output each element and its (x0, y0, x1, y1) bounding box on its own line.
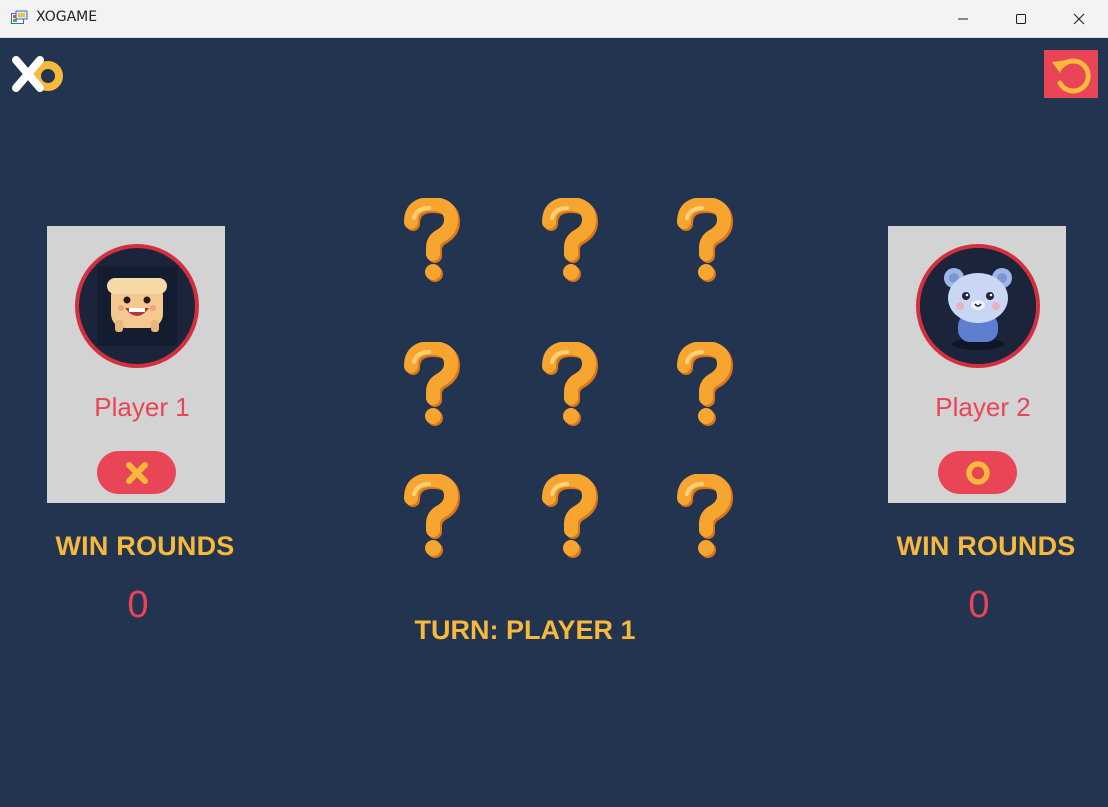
question-mark-icon (677, 198, 734, 282)
minimize-button[interactable] (934, 0, 992, 38)
question-mark-icon (404, 198, 461, 282)
close-button[interactable] (1050, 0, 1108, 38)
turn-label: TURN: (414, 615, 499, 645)
xo-logo-icon (12, 56, 63, 92)
minimize-icon (958, 18, 968, 20)
board-cell-5[interactable] (523, 340, 613, 430)
player-1-name: Player 1 (94, 392, 190, 422)
game-board (385, 196, 755, 566)
question-mark-icon (677, 474, 734, 558)
toast-character-icon (97, 266, 177, 346)
board-cell-2[interactable] (523, 196, 613, 286)
turn-indicator: TURN: PLAYER 1 (390, 615, 660, 646)
question-mark-icon (542, 474, 599, 558)
player-1-mark-badge (97, 451, 176, 494)
restart-button[interactable] (1044, 50, 1098, 98)
maximize-icon (1016, 14, 1026, 24)
question-mark-icon (404, 342, 461, 426)
player-1-avatar (75, 244, 199, 368)
close-icon (1073, 13, 1085, 25)
maximize-button[interactable] (992, 0, 1050, 38)
question-mark-icon (677, 342, 734, 426)
player-2-win-label: WIN ROUNDS (896, 531, 1076, 561)
title-bar: XOGAME (0, 0, 1108, 38)
turn-player: PLAYER 1 (505, 615, 636, 645)
player-2-name: Player 2 (935, 392, 1031, 422)
app-icon (11, 10, 28, 24)
board-cell-3[interactable] (658, 196, 748, 286)
board-cell-7[interactable] (385, 472, 475, 562)
question-mark-icon (404, 474, 461, 558)
window-title: XOGAME (36, 9, 98, 25)
restart-icon (1052, 58, 1091, 94)
player-2-mark-badge (938, 451, 1017, 494)
player-1-win-label: WIN ROUNDS (55, 531, 235, 561)
bear-character-icon (920, 248, 1036, 364)
game-area: Player 1 WIN ROUNDS 0 Player 2 WIN ROUND… (0, 38, 1108, 807)
player-1-card: Player 1 (47, 226, 225, 503)
board-cell-4[interactable] (385, 340, 475, 430)
board-cell-1[interactable] (385, 196, 475, 286)
player-2-score: 0 (968, 584, 990, 626)
question-mark-icon (542, 198, 599, 282)
x-mark-icon (125, 461, 148, 484)
player-2-avatar (916, 244, 1040, 368)
player-2-card: Player 2 (888, 226, 1066, 503)
board-cell-9[interactable] (658, 472, 748, 562)
question-mark-icon (542, 342, 599, 426)
player-1-score: 0 (127, 584, 149, 626)
board-cell-6[interactable] (658, 340, 748, 430)
o-mark-icon (965, 460, 990, 485)
board-cell-8[interactable] (523, 472, 613, 562)
